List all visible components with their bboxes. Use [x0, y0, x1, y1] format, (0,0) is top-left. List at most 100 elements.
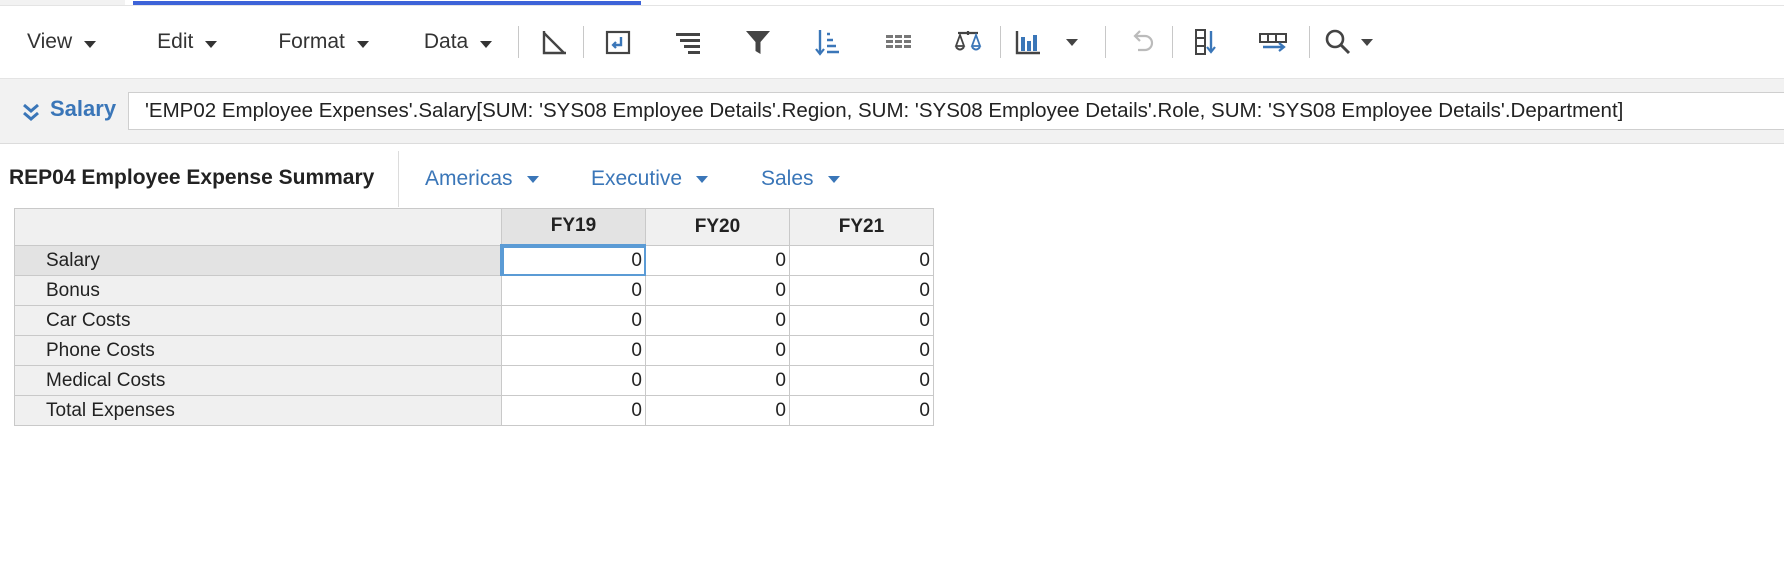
chevron-down-icon — [205, 40, 218, 48]
grid-cell[interactable]: 0 — [789, 365, 934, 396]
grid-cell[interactable]: 0 — [789, 305, 934, 336]
view-menu-label: View — [27, 30, 73, 53]
filter-role-label: Executive — [591, 167, 683, 190]
collapse-toggle-button[interactable] — [20, 98, 42, 126]
format-menu-label: Format — [278, 30, 345, 53]
chevron-down-icon — [696, 175, 709, 183]
search-button[interactable] — [1318, 20, 1358, 64]
chart-dropdown-button[interactable] — [1057, 20, 1087, 64]
data-menu-label: Data — [423, 30, 469, 53]
grid-cell[interactable]: 0 — [501, 245, 646, 276]
align-icon — [676, 33, 701, 54]
toolbar: View Edit Format Data — [0, 6, 1784, 78]
formula-input[interactable]: 'EMP02 Employee Expenses'.Salary[SUM: 'S… — [128, 92, 1784, 130]
row-header-car-costs[interactable]: Car Costs — [14, 305, 502, 336]
toolbar-divider — [583, 26, 585, 58]
column-header-fy21[interactable]: FY21 — [789, 208, 934, 246]
row-header-medical-costs[interactable]: Medical Costs — [14, 365, 502, 396]
tab-stub — [0, 0, 125, 5]
pivot-icon — [606, 30, 631, 55]
undo-button[interactable] — [1114, 20, 1170, 64]
row-header-salary[interactable]: Salary — [14, 245, 504, 276]
sort-button[interactable] — [800, 20, 856, 64]
chevron-down-icon — [526, 175, 539, 183]
pivot-button[interactable] — [590, 20, 646, 64]
grid-cell[interactable]: 0 — [645, 395, 790, 426]
chevron-down-icon — [827, 175, 840, 183]
toolbar-divider — [1000, 26, 1002, 58]
balance-button[interactable] — [940, 20, 996, 64]
insert-column-button[interactable] — [1177, 20, 1233, 64]
filter-region[interactable]: Americas — [425, 167, 539, 191]
format-menu[interactable]: Format — [278, 22, 369, 62]
grid-cell[interactable]: 0 — [789, 275, 934, 306]
grid-cell[interactable]: 0 — [501, 335, 646, 366]
report-title: REP04 Employee Expense Summary — [9, 166, 375, 189]
grid-cell[interactable]: 0 — [645, 365, 790, 396]
grid-cell[interactable]: 0 — [501, 395, 646, 426]
view-menu[interactable]: View — [27, 22, 97, 62]
toolbar-divider — [518, 26, 520, 58]
data-grid: FY19 FY20 FY21 Salary 0 0 0 Bonus 0 0 0 … — [14, 208, 934, 426]
insert-row-button[interactable] — [1245, 20, 1301, 64]
search-icon — [1325, 29, 1351, 55]
chevron-down-icon — [480, 40, 493, 48]
chevron-down-icon — [84, 40, 97, 48]
table-row: Total Expenses 0 0 0 — [14, 395, 934, 426]
toolbar-divider — [1105, 26, 1107, 58]
formula-label: Salary — [50, 96, 117, 121]
chart-button[interactable] — [1005, 20, 1051, 64]
grid-cell[interactable]: 0 — [789, 335, 934, 366]
column-header-fy20[interactable]: FY20 — [645, 208, 790, 246]
table-row: Phone Costs 0 0 0 — [14, 335, 934, 366]
grid-cell[interactable]: 0 — [501, 305, 646, 336]
chevron-down-icon — [1361, 38, 1374, 46]
grid-cell[interactable]: 0 — [789, 245, 934, 276]
grid-icon — [886, 35, 912, 48]
axis-button[interactable] — [527, 20, 583, 64]
insert-row-icon — [1259, 33, 1288, 52]
grid-cell[interactable]: 0 — [645, 305, 790, 336]
sort-icon — [815, 30, 840, 56]
table-row: Bonus 0 0 0 — [14, 275, 934, 306]
grid-cell[interactable]: 0 — [645, 275, 790, 306]
grid-header-row: FY19 FY20 FY21 — [14, 208, 934, 248]
table-row: Salary 0 0 0 — [14, 245, 934, 276]
title-divider — [398, 151, 399, 207]
grid-cell[interactable]: 0 — [645, 335, 790, 366]
undo-icon — [1133, 30, 1154, 52]
row-header-bonus[interactable]: Bonus — [14, 275, 502, 306]
filter-icon — [746, 31, 771, 54]
search-dropdown-button[interactable] — [1358, 20, 1376, 64]
row-header-total-expenses[interactable]: Total Expenses — [14, 395, 502, 426]
axis-icon — [543, 31, 567, 55]
grid-cell[interactable]: 0 — [501, 275, 646, 306]
column-header-fy19[interactable]: FY19 — [501, 208, 646, 248]
filter-role[interactable]: Executive — [591, 167, 709, 191]
grid-button[interactable] — [870, 20, 926, 64]
edit-menu-label: Edit — [157, 30, 194, 53]
filter-region-label: Americas — [425, 167, 513, 190]
data-menu[interactable]: Data — [423, 22, 493, 62]
insert-column-icon — [1195, 29, 1217, 55]
filter-department[interactable]: Sales — [761, 167, 840, 191]
grid-corner — [14, 208, 502, 246]
grid-cell[interactable]: 0 — [789, 395, 934, 426]
double-chevron-down-icon — [23, 103, 39, 121]
loading-bar — [133, 1, 641, 5]
toolbar-divider — [1172, 26, 1174, 58]
edit-menu[interactable]: Edit — [157, 22, 218, 62]
grid-cell[interactable]: 0 — [645, 245, 790, 276]
formula-bar: Salary 'EMP02 Employee Expenses'.Salary[… — [0, 78, 1784, 144]
filter-department-label: Sales — [761, 167, 814, 190]
chevron-down-icon — [356, 40, 369, 48]
table-row: Car Costs 0 0 0 — [14, 305, 934, 336]
grid-cell[interactable]: 0 — [501, 365, 646, 396]
row-header-phone-costs[interactable]: Phone Costs — [14, 335, 502, 366]
chart-icon — [1016, 31, 1041, 55]
balance-icon — [954, 31, 982, 51]
chevron-down-icon — [1066, 38, 1079, 46]
table-row: Medical Costs 0 0 0 — [14, 365, 934, 396]
filter-button[interactable] — [730, 20, 786, 64]
align-button[interactable] — [660, 20, 716, 64]
